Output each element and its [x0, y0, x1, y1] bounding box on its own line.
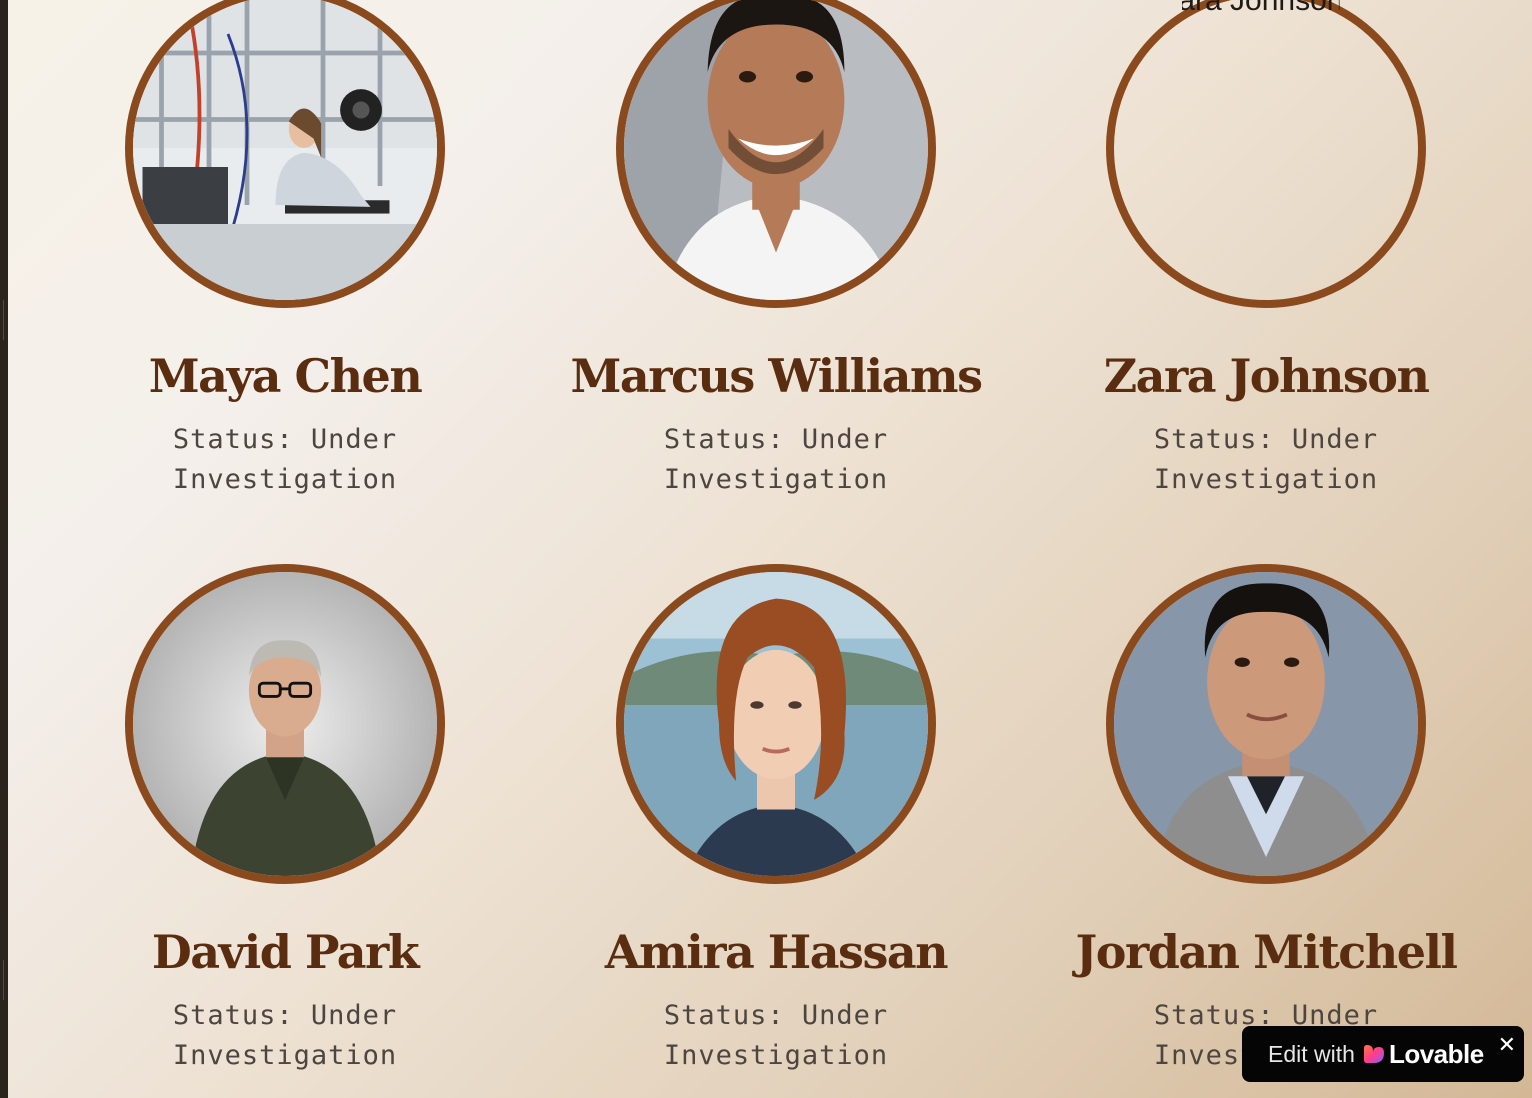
status-value: Investigation — [172, 464, 398, 495]
status-value: Investigation — [663, 464, 889, 495]
portrait-photo-illustration — [1114, 572, 1418, 876]
status-label: Status: Under — [172, 424, 398, 455]
suspect-status: Status: Under Investigation — [1021, 420, 1511, 500]
suspect-photo — [616, 564, 936, 884]
image-alt-text: Zara Johnson — [1160, 0, 1344, 17]
suspect-name: Maya Chen — [148, 349, 423, 403]
suspect-name: Marcus Williams — [570, 349, 983, 403]
suspect-status: Status: Under Investigation — [531, 420, 1021, 500]
suspect-status: Status: Under Investigation — [40, 420, 530, 500]
portrait-photo-illustration — [133, 572, 437, 876]
status-label: Status: Under — [663, 424, 889, 455]
suspect-photo — [125, 564, 445, 884]
status-label: Status: Under — [172, 1000, 398, 1031]
suspect-status: Status: Under Investigation — [531, 996, 1021, 1076]
suspect-name: Jordan Mitchell — [1075, 925, 1458, 979]
suspect-photo-broken: Zara Johnson — [1106, 0, 1426, 308]
window-edge — [0, 0, 8, 1098]
suspect-photo — [1106, 564, 1426, 884]
edit-with-lovable-badge[interactable]: Edit with Lovable ✕ — [1242, 1026, 1524, 1082]
suspect-status: Status: Under Investigation — [40, 996, 530, 1076]
status-value: Investigation — [172, 1040, 398, 1071]
status-value: Investigation — [1153, 464, 1379, 495]
edge-tick — [3, 300, 4, 340]
status-value: Investigation — [663, 1040, 889, 1071]
suspect-photo — [616, 0, 936, 308]
suspect-name: David Park — [151, 925, 420, 979]
status-label: Status: Under — [1153, 424, 1379, 455]
portrait-photo-illustration — [624, 572, 928, 876]
status-label: Status: Under — [663, 1000, 889, 1031]
badge-brand-label: Lovable — [1388, 1038, 1484, 1069]
lovable-heart-icon — [1363, 1045, 1384, 1063]
suspect-name: Zara Johnson — [1103, 349, 1430, 403]
edge-tick — [3, 960, 4, 1000]
badge-edit-label: Edit with — [1268, 1040, 1355, 1067]
close-icon[interactable]: ✕ — [1498, 1032, 1516, 1058]
lab-photo-illustration — [133, 0, 437, 300]
portrait-photo-illustration — [624, 0, 928, 300]
suspect-name: Amira Hassan — [604, 925, 949, 979]
suspect-photo — [125, 0, 445, 308]
